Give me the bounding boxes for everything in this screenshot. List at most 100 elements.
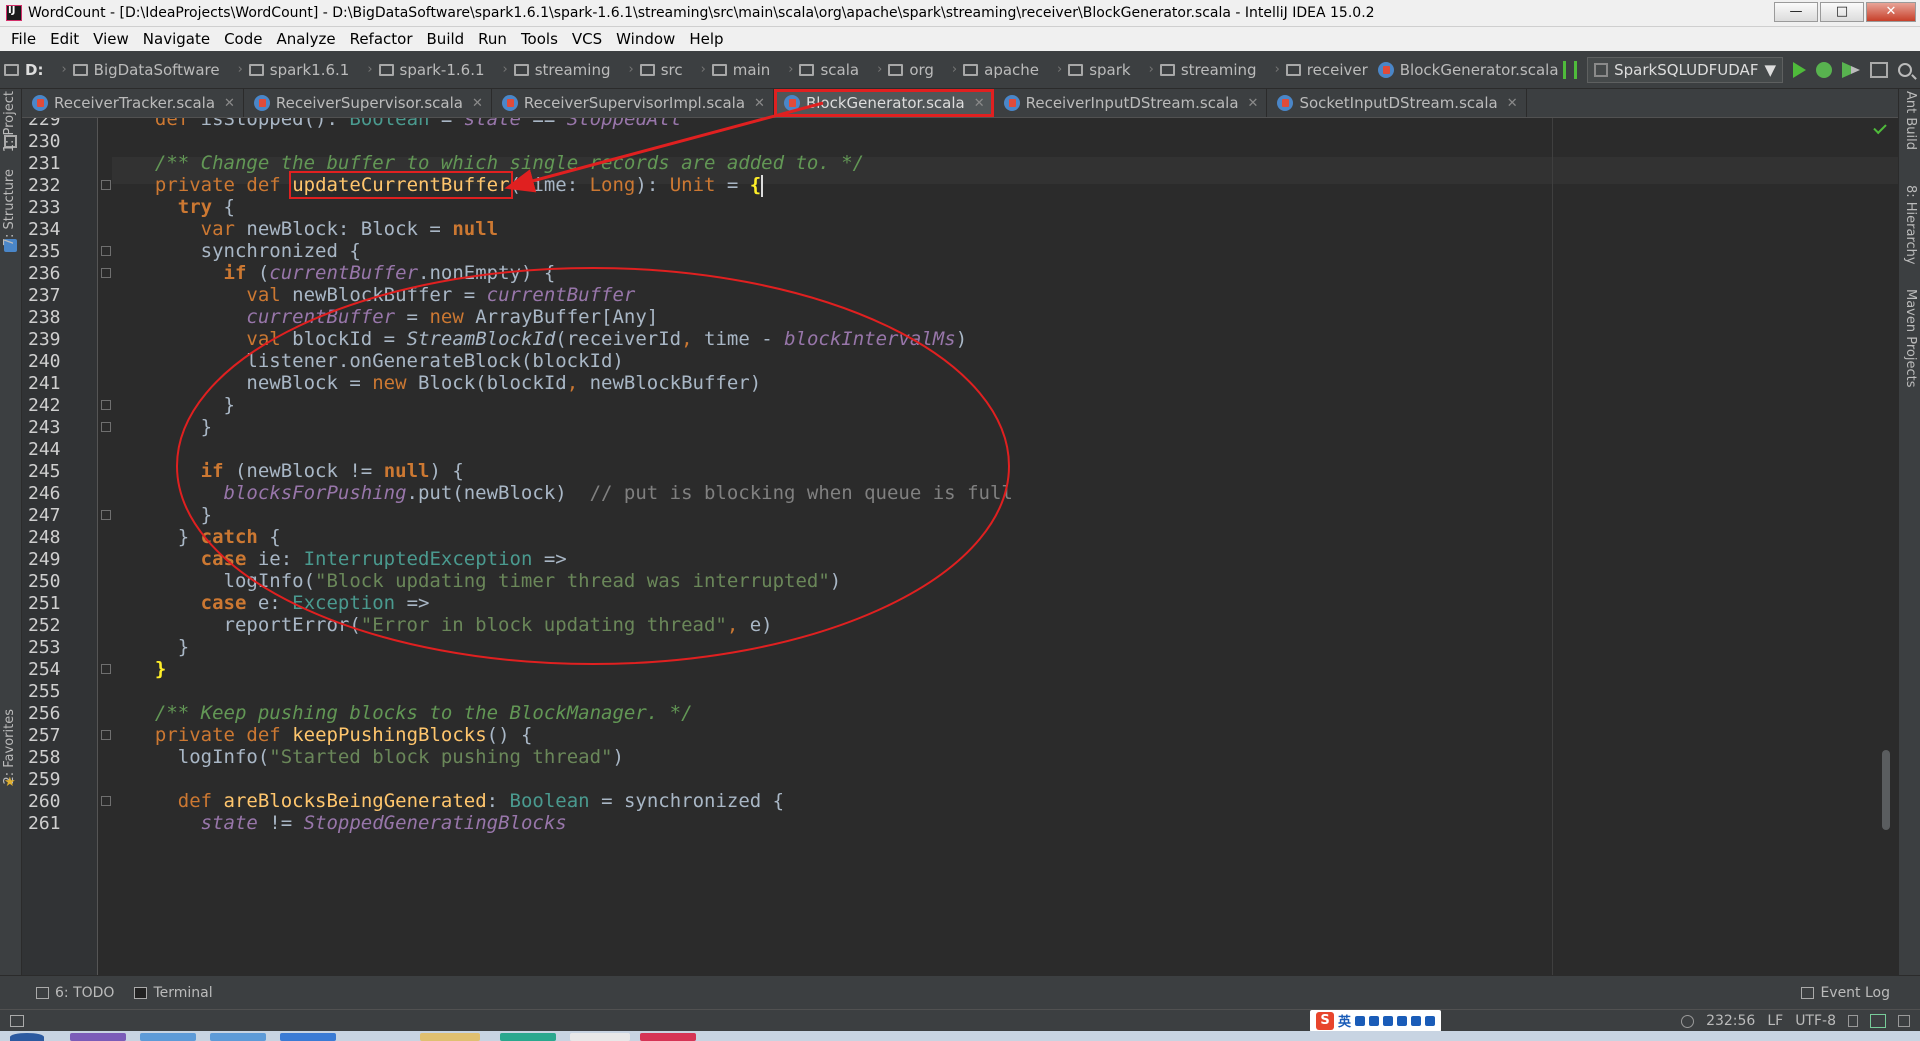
- breadcrumb-item[interactable]: › BigDataSoftware: [49, 58, 225, 82]
- close-tab-icon[interactable]: ✕: [472, 96, 483, 111]
- run-configuration-select[interactable]: SparkSQLUDFUDAF ▼: [1587, 57, 1783, 83]
- menu-window[interactable]: Window: [609, 30, 682, 48]
- ime-user-icon[interactable]: [1397, 1015, 1408, 1026]
- vcs-icon[interactable]: [1870, 1014, 1886, 1028]
- menu-tools[interactable]: Tools: [514, 30, 565, 48]
- menu-edit[interactable]: Edit: [43, 30, 86, 48]
- breadcrumb-item[interactable]: › streaming: [1137, 58, 1263, 82]
- vertical-scrollbar[interactable]: [1873, 118, 1892, 975]
- tool-window-hierarchy[interactable]: 8: Hierarchy: [1903, 185, 1918, 265]
- ime-keyboard-icon[interactable]: [1383, 1015, 1394, 1026]
- fold-toggle-icon[interactable]: [101, 400, 111, 410]
- tool-window-structure[interactable]: 7: Structure: [2, 169, 17, 246]
- run-icon[interactable]: [1793, 62, 1806, 78]
- run-with-coverage-icon[interactable]: [1842, 62, 1860, 78]
- start-button-icon[interactable]: [10, 1033, 44, 1041]
- tool-window-maven-projects[interactable]: Maven Projects: [1903, 289, 1918, 388]
- ime-moon-icon[interactable]: [1355, 1015, 1366, 1026]
- taskbar-app-icon[interactable]: [280, 1033, 336, 1041]
- fold-toggle-icon[interactable]: [101, 268, 111, 278]
- project-structure-icon[interactable]: [1870, 62, 1888, 78]
- taskbar-app-icon[interactable]: [210, 1033, 266, 1041]
- code-line[interactable]: blocksForPushing.put(newBlock) // put is…: [132, 480, 1013, 507]
- maximize-button[interactable]: □: [1820, 2, 1864, 22]
- editor-tab[interactable]: SocketInputDStream.scala ✕: [1267, 89, 1527, 117]
- menu-help[interactable]: Help: [682, 30, 730, 48]
- close-tab-icon[interactable]: ✕: [974, 96, 985, 111]
- editor-tab[interactable]: ReceiverSupervisorImpl.scala ✕: [492, 89, 774, 117]
- event-log-button[interactable]: Event Log: [1791, 985, 1900, 1001]
- menu-view[interactable]: View: [86, 30, 136, 48]
- ime-skin-icon[interactable]: [1411, 1015, 1422, 1026]
- taskbar-app-icon[interactable]: [640, 1033, 696, 1041]
- taskbar-app-icon[interactable]: [140, 1033, 196, 1041]
- code-line[interactable]: }: [132, 414, 212, 441]
- close-tab-icon[interactable]: ✕: [224, 96, 235, 111]
- code-line[interactable]: state != StoppedGeneratingBlocks: [132, 810, 567, 837]
- file-encoding[interactable]: UTF-8: [1795, 1013, 1836, 1029]
- debug-icon[interactable]: [1816, 62, 1832, 78]
- editor-tab[interactable]: ReceiverTracker.scala ✕: [22, 89, 244, 117]
- tool-window-terminal[interactable]: Terminal: [124, 985, 222, 1001]
- code-line[interactable]: }: [132, 656, 166, 683]
- menu-vcs[interactable]: VCS: [565, 30, 609, 48]
- breadcrumb-item[interactable]: › spark-1.6.1: [355, 58, 490, 82]
- close-tab-icon[interactable]: ✕: [754, 96, 765, 111]
- taskbar-app-icon[interactable]: [420, 1033, 480, 1041]
- tab-active[interactable]: BlockGenerator.scala ✕: [773, 89, 994, 117]
- breadcrumb-item[interactable]: › main: [689, 58, 777, 82]
- menu-build[interactable]: Build: [420, 30, 472, 48]
- breadcrumb-file[interactable]: BlockGenerator.scala: [1374, 58, 1565, 82]
- editor-tab[interactable]: ReceiverSupervisor.scala ✕: [244, 89, 492, 117]
- breadcrumb-item[interactable]: › receiver: [1263, 58, 1374, 82]
- fold-toggle-icon[interactable]: [101, 664, 111, 674]
- hector-icon[interactable]: [1898, 1015, 1910, 1027]
- breadcrumb-item[interactable]: › org: [865, 58, 940, 82]
- breadcrumb-item[interactable]: › spark: [1045, 58, 1137, 82]
- scrollbar-thumb[interactable]: [1882, 750, 1890, 830]
- line-separator[interactable]: LF: [1767, 1013, 1783, 1029]
- close-tab-icon[interactable]: ✕: [1507, 96, 1518, 111]
- fold-toggle-icon[interactable]: [101, 796, 111, 806]
- ime-tools-icon[interactable]: [1425, 1015, 1436, 1026]
- tool-window-project[interactable]: 1: Project: [2, 91, 17, 152]
- fold-toggle-icon[interactable]: [101, 246, 111, 256]
- lock-icon[interactable]: [1848, 1015, 1858, 1027]
- search-icon[interactable]: [1898, 63, 1912, 77]
- breadcrumb-item[interactable]: › streaming: [491, 58, 617, 82]
- fold-toggle-icon[interactable]: [101, 730, 111, 740]
- code-line[interactable]: def isStopped(): Boolean = state == Stop…: [132, 118, 681, 133]
- ime-punctuation-icon[interactable]: [1369, 1015, 1380, 1026]
- breadcrumb-drive[interactable]: D:: [0, 58, 49, 82]
- menu-run[interactable]: Run: [471, 30, 514, 48]
- tool-window-favorites[interactable]: 2: Favorites: [2, 709, 17, 785]
- minimize-button[interactable]: —: [1774, 2, 1818, 22]
- tool-window-ant-build[interactable]: Ant Build: [1903, 91, 1918, 150]
- taskbar-app-icon[interactable]: [70, 1033, 126, 1041]
- close-button[interactable]: ✕: [1866, 2, 1916, 22]
- taskbar-app-icon[interactable]: [570, 1033, 630, 1041]
- menu-refactor[interactable]: Refactor: [343, 30, 420, 48]
- close-tab-icon[interactable]: ✕: [1248, 96, 1259, 111]
- fold-toggle-icon[interactable]: [101, 422, 111, 432]
- taskbar-app-icon[interactable]: [500, 1033, 556, 1041]
- caret-position[interactable]: 232:56: [1706, 1013, 1755, 1029]
- code-editor[interactable]: 229 def isStopped(): Boolean = state == …: [22, 118, 1898, 975]
- fold-toggle-icon[interactable]: [101, 180, 111, 190]
- menu-file[interactable]: File: [4, 30, 43, 48]
- breadcrumb-item[interactable]: › apache: [940, 58, 1045, 82]
- toggle-tool-windows-icon[interactable]: [10, 1014, 24, 1027]
- breadcrumb-item[interactable]: › src: [616, 58, 688, 82]
- fold-toggle-icon[interactable]: [101, 510, 111, 520]
- code-line[interactable]: reportError("Error in block updating thr…: [132, 612, 773, 639]
- input-method-toolbar[interactable]: S 英: [1310, 1009, 1442, 1032]
- vcs-branch-icon[interactable]: [1563, 61, 1578, 79]
- breadcrumb-item[interactable]: › scala: [776, 58, 865, 82]
- breadcrumb-item[interactable]: › spark1.6.1: [226, 58, 356, 82]
- tool-window-todo[interactable]: 6: TODO: [0, 985, 124, 1001]
- menu-navigate[interactable]: Navigate: [136, 30, 217, 48]
- menu-code[interactable]: Code: [217, 30, 269, 48]
- code-line[interactable]: logInfo("Started block pushing thread"): [132, 744, 624, 771]
- ime-language-label[interactable]: 英: [1338, 1011, 1351, 1030]
- menu-analyze[interactable]: Analyze: [269, 30, 342, 48]
